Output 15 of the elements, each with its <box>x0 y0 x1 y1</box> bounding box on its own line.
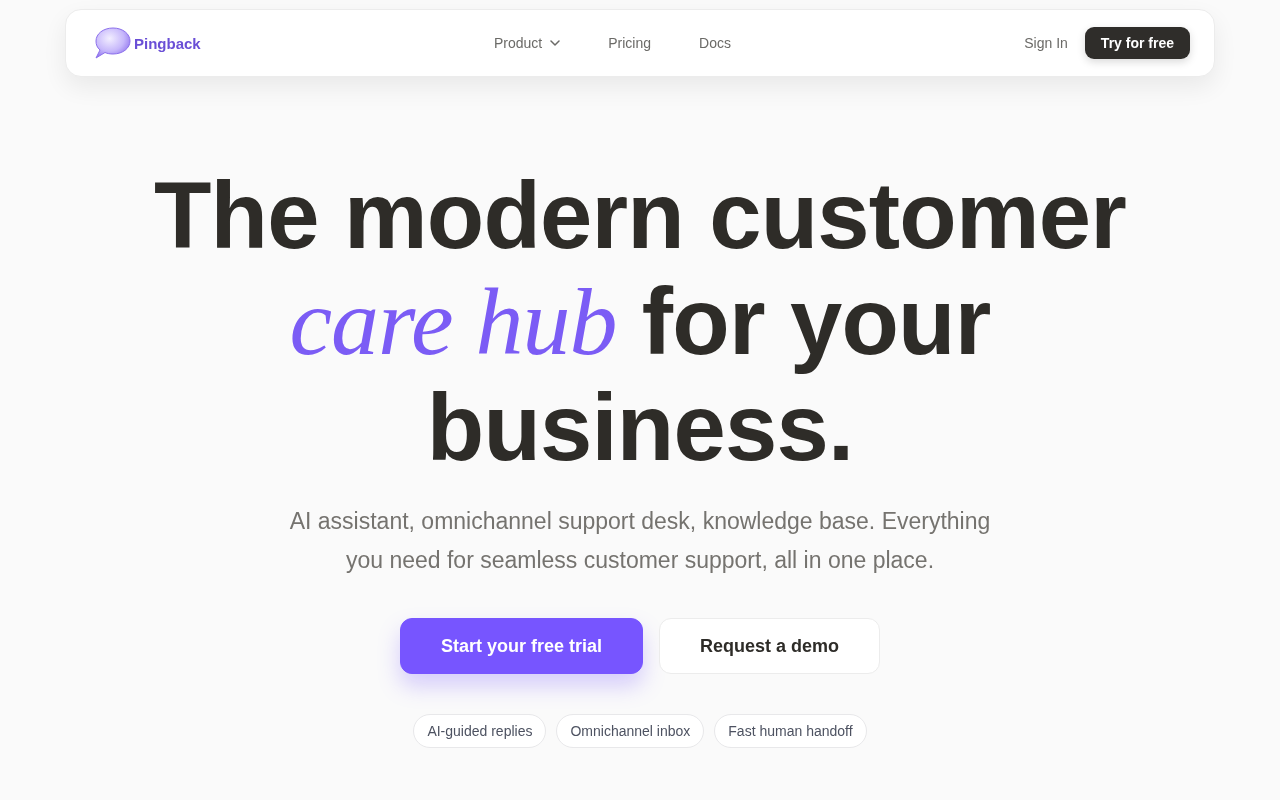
feature-tag: AI-guided replies <box>413 714 547 748</box>
nav-link[interactable]: Docs <box>699 35 731 51</box>
hero-subtitle: AI assistant, omnichannel support desk, knowledge base. Everything you need for seamless customer support, all in one place. <box>288 507 992 575</box>
feature-tag: Omnichannel inbox <box>556 714 705 748</box>
start-trial-button[interactable]: Start your free trial <box>399 618 643 674</box>
nav-dropdown[interactable]: Product <box>494 35 561 51</box>
brand-name: Pingback <box>134 34 201 52</box>
hero-headline: The modern customer care hub for your business. <box>153 163 1127 481</box>
request-demo-button[interactable]: Request a demo <box>659 618 881 674</box>
chevron-down-icon <box>550 40 561 46</box>
nav-link[interactable]: Pricing <box>608 35 652 51</box>
feature-tag: Fast human handoff <box>714 714 867 748</box>
speech-bubble-icon <box>94 27 132 59</box>
try-free-button[interactable]: Try for free <box>1084 27 1190 59</box>
sign-in-link[interactable]: Sign In <box>1024 35 1068 51</box>
